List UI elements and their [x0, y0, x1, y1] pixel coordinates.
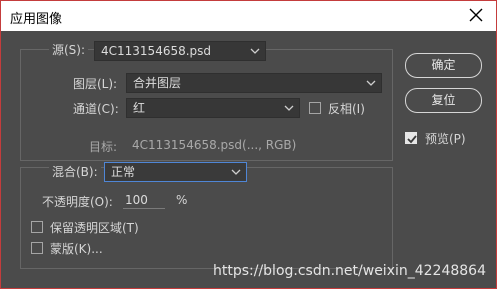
invert-checkbox[interactable] [309, 102, 321, 114]
apply-image-dialog: 应用图像 源(S): 4C113154658.psd 图层(L): 合并图层 通… [0, 0, 497, 289]
channel-label: 通道(C): [73, 102, 119, 116]
layer-select[interactable]: 合并图层 [126, 73, 382, 93]
close-icon[interactable] [466, 5, 486, 25]
blending-select[interactable]: 正常 [104, 162, 247, 182]
channel-select[interactable]: 红 [126, 98, 300, 118]
preserve-transparency-label: 保留透明区域(T) [50, 221, 139, 235]
preview-checkbox[interactable] [405, 132, 417, 144]
blending-value: 正常 [111, 165, 136, 179]
opacity-unit: % [176, 193, 188, 207]
ok-button[interactable]: 确定 [405, 53, 482, 78]
blending-label: 混合(B): [49, 163, 101, 180]
chevron-down-icon [284, 105, 294, 111]
title-bar: 应用图像 [1, 1, 496, 31]
dialog-title: 应用图像 [10, 12, 63, 27]
layer-label: 图层(L): [73, 77, 118, 91]
preview-label: 预览(P) [425, 132, 466, 146]
chevron-down-icon [366, 80, 376, 86]
preserve-transparency-checkbox[interactable] [31, 221, 43, 233]
invert-label: 反相(I) [328, 102, 365, 116]
opacity-value: 100 [125, 193, 148, 207]
source-label: 源(S): [49, 41, 89, 58]
opacity-label: 不透明度(O): [42, 195, 113, 209]
reset-button[interactable]: 复位 [405, 88, 482, 113]
target-value: 4C113154658.psd(..., RGB) [132, 138, 297, 152]
checkmark-icon [407, 135, 417, 144]
layer-value: 合并图层 [133, 76, 182, 90]
mask-checkbox[interactable] [31, 242, 43, 254]
channel-value: 红 [133, 101, 146, 115]
source-value: 4C113154658.psd [101, 44, 212, 58]
chevron-down-icon [250, 48, 260, 54]
source-select[interactable]: 4C113154658.psd [94, 41, 266, 61]
target-label: 目标: [89, 140, 118, 154]
mask-label: 蒙版(K)... [50, 242, 103, 256]
opacity-input[interactable]: 100 [123, 191, 165, 209]
watermark-text: https://blog.csdn.net/weixin_42248864 [212, 263, 486, 279]
chevron-down-icon [231, 169, 241, 175]
